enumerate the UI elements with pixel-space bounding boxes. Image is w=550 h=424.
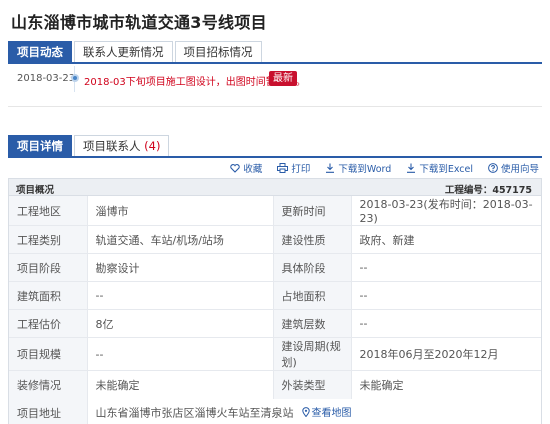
field-key: 占地面积 xyxy=(273,281,352,310)
field-value: -- xyxy=(351,281,541,310)
page-title: 山东淄博市城市轨道交通3号线项目 xyxy=(11,13,267,32)
address-key: 项目地址 xyxy=(9,398,88,424)
field-value: 8亿 xyxy=(87,309,274,338)
download-word-button[interactable]: 下载到Word xyxy=(325,161,391,175)
field-value: 未能确定 xyxy=(87,370,274,399)
field-key: 工程估价 xyxy=(9,309,88,338)
field-value: 政府、新建 xyxy=(351,225,541,254)
download-excel-label: 下载到Excel xyxy=(419,164,473,175)
tab-project-details[interactable]: 项目详情 xyxy=(8,135,72,157)
map-pin-icon xyxy=(301,406,310,417)
field-key: 建筑面积 xyxy=(9,281,88,310)
section-divider xyxy=(8,106,542,107)
field-value: 轨道交通、车站/机场/站场 xyxy=(87,225,274,254)
field-key: 项目阶段 xyxy=(9,253,88,282)
field-value: 2018年06月至2020年12月 xyxy=(351,337,541,371)
table-row: 工程类别 轨道交通、车站/机场/站场 建设性质 政府、新建 xyxy=(9,225,541,254)
download-excel-button[interactable]: 下载到Excel xyxy=(406,161,473,175)
field-value: 淄博市 xyxy=(87,196,274,226)
project-detail-panel: 项目概况 工程编号：457175 工程地区 淄博市 更新时间 2018-03-23(发… xyxy=(8,178,542,424)
field-key: 建筑层数 xyxy=(273,309,352,338)
detail-table: 工程地区 淄博市 更新时间 2018-03-23(发布时间：2018-03-23) 工程… xyxy=(9,196,541,424)
address-value: 山东省淄博市张店区淄博火车站至清泉站 查看地图 xyxy=(87,399,541,424)
download-icon xyxy=(407,163,416,173)
field-value: 2018-03-23(发布时间：2018-03-23) xyxy=(359,198,533,225)
overview-header: 项目概况 工程编号：457175 xyxy=(9,179,541,196)
table-row: 项目规模 -- 建设周期(规划) 2018年06月至2020年12月 xyxy=(9,337,541,371)
field-key: 建设性质 xyxy=(273,225,352,254)
tab-underline xyxy=(8,156,542,158)
heart-icon xyxy=(230,164,241,173)
print-label: 打印 xyxy=(291,164,311,175)
contacts-count: (4) xyxy=(144,139,161,153)
table-row: 项目地址 山东省淄博市张店区淄博火车站至清泉站 查看地图 xyxy=(9,398,541,424)
field-key: 更新时间 xyxy=(273,196,352,226)
field-key: 外装类型 xyxy=(273,370,352,399)
field-value: -- xyxy=(351,253,541,282)
guide-label: 使用向导 xyxy=(500,164,539,175)
view-map-link[interactable]: 查看地图 xyxy=(301,404,352,420)
field-value: 勘察设计 xyxy=(87,253,274,282)
field-key: 项目规模 xyxy=(9,337,88,371)
field-value: -- xyxy=(87,281,274,310)
overview-title: 项目概况 xyxy=(16,185,55,196)
print-button[interactable]: 打印 xyxy=(277,161,310,175)
table-row: 建筑面积 -- 占地面积 -- xyxy=(9,281,541,310)
table-row: 项目阶段 勘察设计 具体阶段 -- xyxy=(9,253,541,282)
address-text: 山东省淄博市张店区淄博火车站至清泉站 xyxy=(95,406,294,420)
timeline-dot-icon xyxy=(71,74,79,82)
favorite-button[interactable]: 收藏 xyxy=(230,161,262,175)
tab-bidding-status[interactable]: 项目招标情况 xyxy=(174,41,262,63)
tab-project-dynamics[interactable]: 项目动态 xyxy=(8,41,72,63)
field-key: 建设周期(规划) xyxy=(273,337,352,371)
field-key: 工程地区 xyxy=(9,196,88,226)
tab-contact-updates[interactable]: 联系人更新情况 xyxy=(74,41,173,63)
table-row: 装修情况 未能确定 外装类型 未能确定 xyxy=(9,370,541,399)
field-value: -- xyxy=(87,337,274,371)
project-code: 工程编号：457175 xyxy=(445,182,532,196)
tab-project-contacts[interactable]: 项目联系人 (4) xyxy=(74,135,170,157)
table-row: 工程地区 淄博市 更新时间 2018-03-23(发布时间：2018-03-23) xyxy=(9,196,541,226)
table-row: 工程估价 8亿 建筑层数 -- xyxy=(9,309,541,338)
detail-tab-bar: 项目详情 项目联系人 (4) xyxy=(8,134,542,157)
project-code-label: 工程编号： xyxy=(444,185,493,196)
field-value: 未能确定 xyxy=(351,370,541,399)
download-word-label: 下载到Word xyxy=(338,164,392,175)
favorite-label: 收藏 xyxy=(243,164,263,175)
action-toolbar: 收藏 打印 下载到Word 下载到Excel 使用向导 xyxy=(215,161,539,175)
tab-contacts-label: 项目联系人 xyxy=(83,139,141,153)
new-badge: 最新 xyxy=(269,71,297,86)
field-value: -- xyxy=(351,309,541,338)
update-list: 2018-03-23 2018-03下旬项目施工图设计，出图时间暂未定。 最新 xyxy=(8,64,542,94)
printer-icon xyxy=(277,163,289,173)
update-date: 2018-03-23 xyxy=(17,73,76,84)
view-map-label: 查看地图 xyxy=(311,408,352,420)
field-key: 工程类别 xyxy=(9,225,88,254)
project-code-value: 457175 xyxy=(492,185,532,196)
field-key: 装修情况 xyxy=(9,370,88,399)
dynamics-tab-bar: 项目动态 联系人更新情况 项目招标情况 xyxy=(8,40,542,63)
field-key: 具体阶段 xyxy=(273,253,352,282)
download-icon xyxy=(326,163,335,173)
guide-button[interactable]: 使用向导 xyxy=(488,161,539,175)
help-icon xyxy=(488,163,498,173)
